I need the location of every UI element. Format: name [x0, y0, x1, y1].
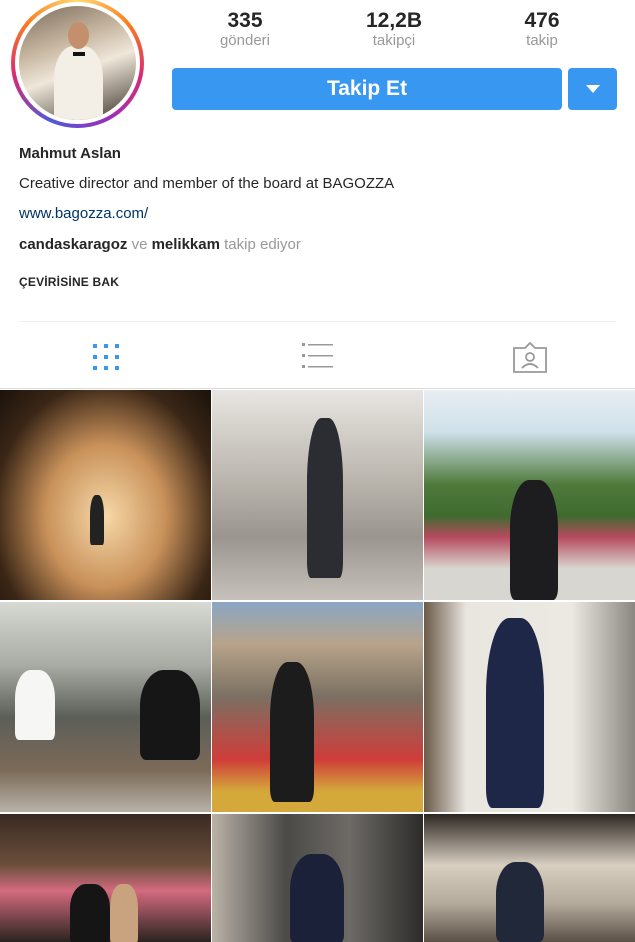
avatar-frame — [15, 2, 140, 124]
post-thumbnail[interactable] — [0, 390, 211, 600]
list-icon — [302, 343, 333, 368]
followed-by-user-2[interactable]: melikkam — [152, 236, 220, 253]
profile-bio: Mahmut Aslan Creative director and membe… — [19, 144, 619, 290]
stat-followers[interactable]: 12,2B takipçi — [339, 10, 449, 50]
profile-tabs — [0, 330, 635, 386]
followed-by-joiner: ve — [131, 236, 148, 253]
post-figure — [290, 854, 344, 942]
caret-down-icon — [586, 85, 600, 93]
bio-text: Creative director and member of the boar… — [19, 175, 395, 192]
post-thumbnail[interactable] — [212, 390, 423, 600]
post-figure — [307, 418, 343, 578]
avatar-head — [68, 21, 90, 50]
tab-list[interactable] — [298, 340, 338, 376]
stat-posts-label: gönderi — [219, 32, 271, 49]
stat-posts[interactable]: 335 gönderi — [190, 10, 300, 50]
stat-following-label: takip — [526, 32, 558, 49]
post-thumbnail[interactable] — [424, 602, 635, 812]
stat-followers-value: 12,2B — [365, 9, 423, 32]
post-figure — [110, 884, 138, 942]
post-figure — [140, 670, 200, 760]
stat-followers-label: takipçi — [372, 32, 416, 49]
followed-by: candaskaragoz ve melikkam takip ediyor — [19, 235, 619, 255]
post-figure — [496, 862, 544, 942]
post-thumbnail[interactable] — [0, 814, 211, 942]
avatar-bowtie — [72, 51, 85, 57]
post-thumbnail[interactable] — [424, 390, 635, 600]
stat-posts-value: 335 — [227, 9, 263, 32]
post-thumbnail[interactable] — [424, 814, 635, 942]
avatar-suit — [54, 45, 104, 120]
website-link[interactable]: www.bagozza.com/ — [19, 204, 619, 224]
tabs-divider — [0, 388, 635, 389]
posts-grid — [0, 390, 635, 942]
suggestions-dropdown-button[interactable] — [568, 68, 617, 110]
see-translation-button[interactable]: ÇEVİRİSİNE BAK — [19, 274, 619, 290]
post-figure — [70, 884, 110, 942]
tab-tagged[interactable] — [510, 340, 550, 376]
tagged-icon — [513, 341, 547, 373]
post-figure — [90, 495, 104, 545]
divider — [19, 321, 616, 322]
post-figure — [486, 618, 544, 808]
post-figure — [270, 662, 314, 802]
post-thumbnail[interactable] — [212, 814, 423, 942]
stat-following[interactable]: 476 takip — [487, 10, 597, 50]
followed-by-user-1[interactable]: candaskaragoz — [19, 236, 127, 253]
grid-icon — [93, 344, 119, 370]
post-figure — [15, 670, 55, 740]
profile-name: Mahmut Aslan — [19, 145, 121, 162]
stat-following-value: 476 — [524, 9, 560, 32]
post-figure — [510, 480, 558, 600]
followed-by-suffix: takip ediyor — [224, 236, 301, 253]
profile-avatar[interactable] — [11, 0, 144, 128]
avatar-photo — [19, 6, 136, 120]
tab-grid[interactable] — [86, 340, 126, 376]
follow-button[interactable]: Takip Et — [172, 68, 562, 110]
post-thumbnail[interactable] — [212, 602, 423, 812]
profile-stats: 335 gönderi 12,2B takipçi 476 takip — [172, 10, 562, 54]
post-thumbnail[interactable] — [0, 602, 211, 812]
